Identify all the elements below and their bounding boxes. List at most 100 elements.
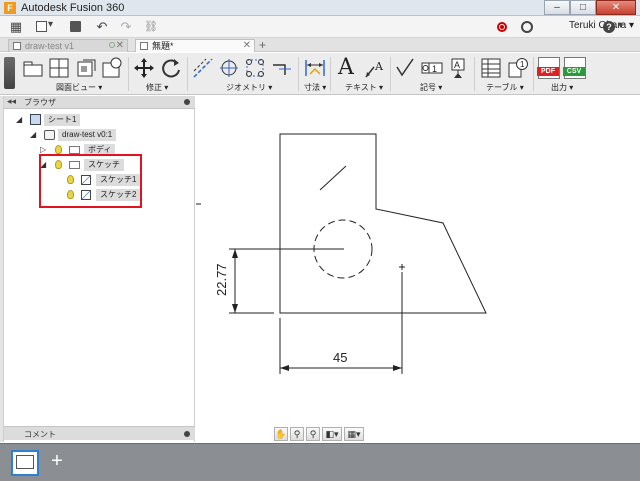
datum-identifier-icon[interactable]: A (447, 57, 469, 79)
pan-icon[interactable]: ✋ (274, 427, 288, 441)
collapse-browser-icon[interactable]: ◂◂ (7, 96, 16, 107)
workspace-switcher-button[interactable] (4, 57, 15, 89)
drawing-views-menu[interactable]: 図面ビュー ▾ (56, 82, 102, 93)
edge-extension-icon[interactable] (271, 57, 293, 79)
tab-close-icon[interactable]: ✕ (116, 40, 124, 52)
center-pattern-icon[interactable] (244, 57, 266, 79)
projected-view-icon[interactable] (48, 57, 70, 79)
sheet-preview-icon (16, 455, 34, 469)
dimensions-menu[interactable]: 寸法 ▾ (304, 82, 326, 93)
tree-item-label: シート1 (44, 114, 81, 126)
file-menu-button[interactable]: ▾ (36, 19, 56, 35)
pdf-badge: PDF (537, 67, 559, 76)
move-icon[interactable] (133, 57, 155, 79)
close-button[interactable]: ✕ (596, 0, 636, 15)
output-menu[interactable]: 出力 ▾ (551, 82, 573, 93)
part-outline (279, 133, 487, 314)
record-icon[interactable] (497, 22, 507, 32)
minimize-button[interactable]: – (544, 0, 570, 15)
modify-menu[interactable]: 修正 ▾ (146, 82, 168, 93)
pdf-export-icon[interactable]: PDF (537, 57, 560, 79)
symbols-menu[interactable]: 記号 ▾ (420, 82, 442, 93)
document-tab-bar: draw-test v1 ✕ 無題* ✕ + (0, 38, 640, 52)
vertical-dimension-value[interactable]: 22.77 (214, 263, 229, 296)
dimension-arrow (232, 304, 238, 313)
new-tab-button[interactable]: + (259, 38, 266, 52)
comments-panel[interactable]: コメント (4, 426, 195, 440)
help-dropdown-icon[interactable]: ▾ (618, 20, 623, 31)
balloon-icon[interactable]: 1 (507, 57, 529, 79)
group-divider (187, 57, 188, 91)
dimension-arrow (393, 365, 402, 371)
sheet-icon (30, 114, 41, 125)
ribbon-toolbar: 図面ビュー ▾ 修正 ▾ ジオメトリ ▾ 寸法 ▾ A A テキスト ▾ 1 A… (0, 53, 640, 95)
tab-close-icon[interactable]: ✕ (243, 40, 251, 52)
maximize-button[interactable]: □ (570, 0, 596, 15)
svg-text:A: A (374, 60, 384, 73)
browser-panel: ◂◂ ブラウザ ◢ シート1 ◢ draw-test v0:1 ▷ ボディ ◢ … (4, 96, 195, 442)
expand-triangle-icon[interactable]: ◢ (16, 115, 26, 125)
group-divider (474, 57, 475, 91)
tab-draw-test[interactable]: draw-test v1 ✕ (8, 39, 128, 52)
svg-text:A: A (454, 60, 460, 70)
feature-control-frame-icon[interactable]: 1 (421, 57, 443, 79)
browser-header: ◂◂ ブラウザ (4, 96, 195, 109)
chevron-down-icon: ▾ (48, 19, 54, 30)
comments-label: コメント (24, 430, 56, 439)
group-divider (330, 57, 331, 91)
table-icon[interactable] (480, 57, 502, 79)
link-icon[interactable]: ⛓ (143, 19, 159, 35)
csv-export-icon[interactable]: CSV (563, 57, 586, 79)
browser-pin-icon[interactable] (184, 99, 190, 105)
rotate-icon[interactable] (160, 57, 182, 79)
visibility-bulb-icon[interactable] (55, 145, 62, 154)
file-icon (36, 21, 47, 32)
save-icon[interactable] (70, 21, 81, 32)
group-divider (128, 57, 129, 91)
component-icon (44, 130, 55, 140)
dimension-icon[interactable] (304, 57, 326, 79)
tree-item-sheet1[interactable]: ◢ シート1 (16, 114, 96, 126)
sync-status-icon (109, 42, 115, 48)
add-comment-icon[interactable] (184, 431, 190, 437)
redo-icon[interactable]: ↷ (118, 19, 134, 35)
leader-text-icon[interactable]: A (364, 57, 386, 79)
sketch-line (319, 165, 347, 191)
help-icon[interactable]: ? (603, 21, 615, 33)
add-sheet-button[interactable]: + (46, 450, 68, 472)
section-view-icon[interactable] (75, 57, 97, 79)
tab-untitled[interactable]: 無題* ✕ (135, 39, 255, 52)
zoom-icon[interactable]: ⚲ (290, 427, 304, 441)
job-status-clock-icon[interactable] (521, 21, 533, 33)
tab-label: draw-test v1 (25, 41, 75, 51)
sheet-thumbnail-1[interactable] (11, 450, 39, 476)
expand-triangle-icon[interactable]: ◢ (30, 130, 40, 140)
group-divider (533, 57, 534, 91)
tables-menu[interactable]: テーブル ▾ (486, 82, 524, 93)
dimension-arrow (232, 249, 238, 258)
undo-icon[interactable]: ↶ (94, 19, 110, 35)
drawing-icon (140, 42, 148, 50)
tree-item-component[interactable]: ◢ draw-test v0:1 (30, 129, 140, 141)
navigation-bar: ✋ ⚲ ⚲ ◧▾ ▦▾ (274, 427, 366, 441)
data-panel-grid-icon[interactable]: ▦ (8, 19, 24, 35)
detail-view-icon[interactable] (101, 57, 123, 79)
text-icon[interactable]: A (338, 57, 360, 79)
base-view-icon[interactable] (22, 57, 44, 79)
display-settings-icon[interactable]: ▦▾ (344, 427, 364, 441)
center-mark-icon[interactable] (218, 57, 240, 79)
view-settings-icon[interactable]: ◧▾ (322, 427, 342, 441)
surface-texture-icon[interactable] (395, 57, 417, 79)
window-title: Autodesk Fusion 360 (21, 2, 125, 14)
centerline-icon[interactable] (192, 57, 214, 79)
user-menu[interactable]: Teruki Obara ▾ (569, 20, 634, 31)
geometry-menu[interactable]: ジオメトリ ▾ (226, 82, 272, 93)
zoom-window-icon[interactable]: ⚲ (306, 427, 320, 441)
fusion-logo-icon: F (4, 2, 16, 14)
svg-text:1: 1 (520, 60, 525, 69)
horizontal-dimension-value[interactable]: 45 (333, 350, 347, 365)
drawing-canvas[interactable]: 22.77 45 (196, 96, 636, 442)
text-menu[interactable]: テキスト ▾ (345, 82, 383, 93)
dimension-arrow (280, 365, 289, 371)
title-bar: F Autodesk Fusion 360 – □ ✕ (0, 0, 640, 16)
